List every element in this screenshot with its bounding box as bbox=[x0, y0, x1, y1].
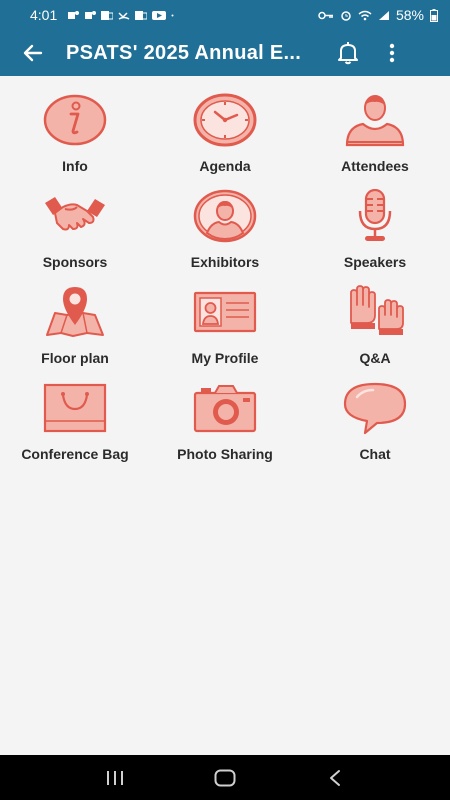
menu-item-label: Conference Bag bbox=[21, 446, 129, 462]
info-icon bbox=[43, 94, 107, 146]
person-icon bbox=[345, 95, 405, 147]
handshake-icon bbox=[45, 197, 105, 231]
recents-button[interactable] bbox=[95, 758, 135, 798]
menu-item-label: Chat bbox=[359, 446, 391, 462]
back-button[interactable] bbox=[0, 30, 66, 76]
microphone-icon bbox=[358, 189, 392, 241]
menu-item-label: Speakers bbox=[343, 254, 407, 270]
outlook-icon bbox=[101, 10, 114, 20]
bag-icon bbox=[43, 383, 107, 433]
raised-hands-icon bbox=[350, 285, 404, 335]
menu-item-info[interactable]: Info bbox=[0, 90, 150, 178]
notifications-button[interactable] bbox=[324, 30, 372, 76]
system-icons: 58% bbox=[318, 7, 438, 23]
menu-item-agenda[interactable]: Agenda bbox=[150, 90, 300, 178]
menu-item-chat[interactable]: Chat bbox=[300, 378, 450, 466]
person-circle-icon bbox=[193, 189, 257, 243]
menu-item-label: Agenda bbox=[199, 158, 251, 174]
signal-icon bbox=[378, 10, 389, 20]
recents-icon bbox=[107, 770, 123, 785]
menu-item-exhibitors[interactable]: Exhibitors bbox=[150, 186, 300, 274]
menu-item-label: Q&A bbox=[359, 350, 391, 366]
outlook-icon bbox=[135, 10, 148, 20]
id-card-icon bbox=[193, 291, 257, 333]
menu-item-label: Photo Sharing bbox=[177, 446, 273, 462]
battery-icon bbox=[430, 8, 438, 22]
menu-item-label: Attendees bbox=[341, 158, 409, 174]
menu-item-qa[interactable]: Q&A bbox=[300, 282, 450, 370]
home-icon bbox=[214, 769, 236, 786]
menu-item-label: Sponsors bbox=[42, 254, 108, 270]
key-icon bbox=[318, 11, 333, 19]
menu-item-attendees[interactable]: Attendees bbox=[300, 90, 450, 178]
map-pin-icon bbox=[46, 287, 104, 337]
app-bar: PSATS' 2025 Annual E... bbox=[0, 30, 450, 76]
teams-icon bbox=[68, 10, 80, 19]
menu-item-label: Info bbox=[62, 158, 88, 174]
youtube-icon bbox=[152, 10, 167, 20]
alarm-icon bbox=[341, 10, 351, 21]
menu-item-conference-bag[interactable]: Conference Bag bbox=[0, 378, 150, 466]
camera-icon bbox=[193, 385, 257, 433]
menu-item-label: My Profile bbox=[191, 350, 259, 366]
chat-bubble-icon bbox=[343, 382, 407, 435]
menu-item-label: Exhibitors bbox=[190, 254, 260, 270]
wifi-icon bbox=[358, 10, 372, 20]
battery-percent: 58% bbox=[395, 7, 424, 23]
menu-grid: Info Agenda Attendees Sponsors Exhibitor… bbox=[0, 90, 450, 466]
page-title: PSATS' 2025 Annual E... bbox=[66, 41, 302, 64]
home-button[interactable] bbox=[205, 758, 245, 798]
arrow-left-icon bbox=[23, 44, 43, 62]
system-nav-bar bbox=[0, 755, 450, 800]
notification-icons bbox=[67, 10, 177, 21]
menu-item-my-profile[interactable]: My Profile bbox=[150, 282, 300, 370]
teams-icon bbox=[85, 10, 97, 19]
bell-icon bbox=[338, 42, 358, 65]
menu-item-photo-sharing[interactable]: Photo Sharing bbox=[150, 378, 300, 466]
dot-icon bbox=[171, 14, 174, 16]
more-vertical-icon bbox=[389, 43, 395, 63]
status-time: 4:01 bbox=[30, 7, 58, 23]
menu-item-floor-plan[interactable]: Floor plan bbox=[0, 282, 150, 370]
missed-call-icon bbox=[118, 11, 130, 20]
menu-item-speakers[interactable]: Speakers bbox=[300, 186, 450, 274]
nav-back-icon bbox=[330, 769, 340, 786]
menu-item-label: Floor plan bbox=[41, 350, 109, 366]
status-bar: 4:01 58% bbox=[0, 0, 450, 30]
clock-icon bbox=[193, 93, 257, 147]
menu-item-sponsors[interactable]: Sponsors bbox=[0, 186, 150, 274]
nav-back-button[interactable] bbox=[315, 758, 355, 798]
more-options-button[interactable] bbox=[372, 30, 412, 76]
